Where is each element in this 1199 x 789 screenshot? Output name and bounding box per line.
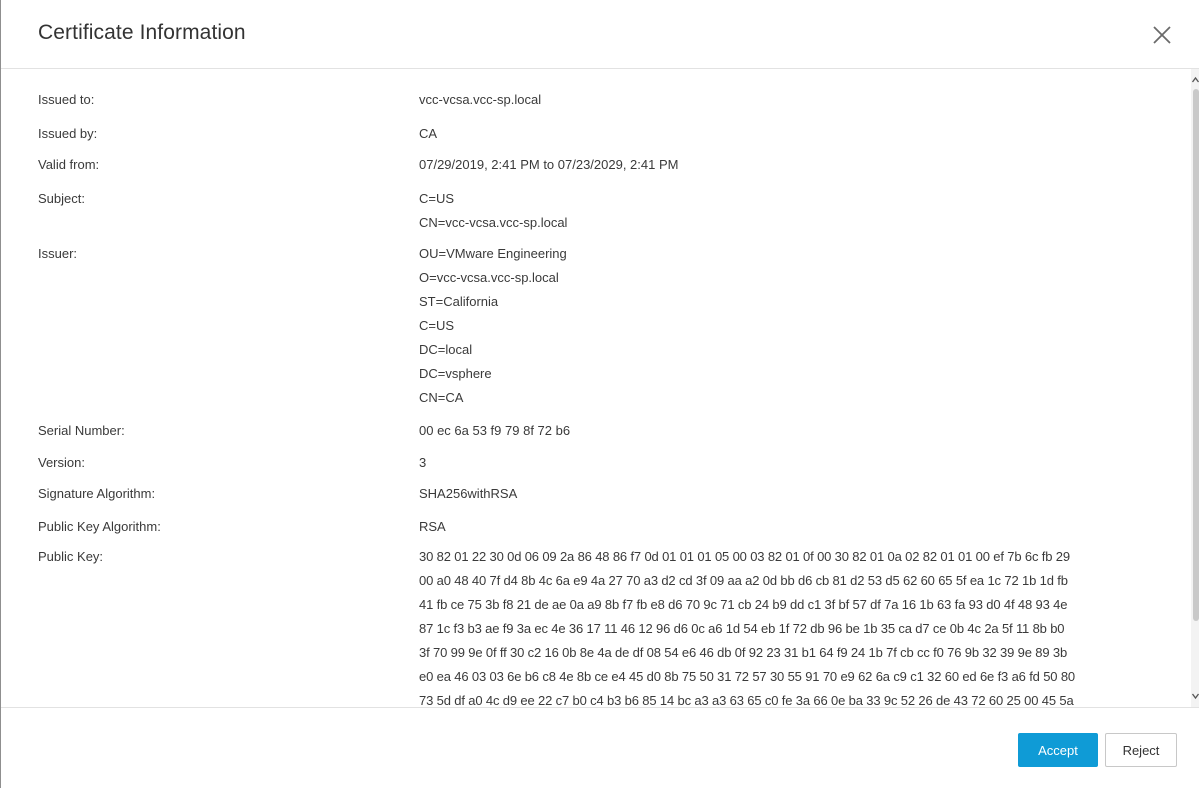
issuer-line: DC=vsphere [419, 366, 492, 381]
issuer-line: CN=CA [419, 390, 464, 405]
public-key-line: 87 1c f3 b3 ae f9 3a ec 4e 36 17 11 46 1… [419, 621, 1065, 636]
field-label: Public Key Algorithm: [38, 519, 161, 534]
field-label: Subject: [38, 191, 85, 206]
dialog-footer: Accept Reject [1, 707, 1199, 789]
field-value: 3 [419, 455, 427, 470]
public-key-line: e0 ea 46 03 03 6e b6 c8 4e 8b ce e4 45 d… [419, 669, 1076, 684]
public-key-value: 30 82 01 22 30 0d 06 09 2a 86 48 86 f7 0… [419, 545, 1164, 707]
field-label: Issued to: [38, 92, 95, 107]
subject-line: CN=vcc-vcsa.vcc-sp.local [419, 215, 568, 230]
issuer-line: OU=VMware Engineering [419, 246, 567, 261]
field-label: Public Key: [38, 549, 104, 564]
public-key-line: 30 82 01 22 30 0d 06 09 2a 86 48 86 f7 0… [419, 549, 1070, 564]
dialog-title: Certificate Information [38, 21, 246, 44]
field-label: Serial Number: [38, 423, 125, 438]
field-value: vcc-vcsa.vcc-sp.local [419, 92, 542, 107]
certificate-dialog: Certificate Information Issued to: vcc-v… [0, 0, 1199, 788]
issuer-line: ST=California [419, 294, 499, 309]
field-label: Version: [38, 455, 85, 470]
field-value-lines: OU=VMware Engineering O=vcc-vcsa.vcc-sp.… [419, 242, 1164, 410]
field-value: 00 ec 6a 53 f9 79 8f 72 b6 [419, 423, 571, 438]
field-label: Issuer: [38, 246, 78, 261]
dialog-header: Certificate Information [1, 0, 1199, 69]
subject-line: C=US [419, 191, 455, 206]
accept-button[interactable]: Accept [1018, 733, 1098, 767]
field-label: Signature Algorithm: [38, 486, 156, 501]
public-key-line: 41 fb ce 75 3b f8 21 de ae 0a a9 8b f7 f… [419, 597, 1068, 612]
field-value: SHA256withRSA [419, 486, 518, 501]
issuer-line: DC=local [419, 342, 473, 357]
field-value: RSA [419, 519, 446, 534]
close-icon[interactable] [1151, 24, 1173, 46]
issuer-line: C=US [419, 318, 455, 333]
public-key-line: 3f 70 99 9e 0f ff 30 c2 16 0b 8e 4a de d… [419, 645, 1068, 660]
field-value: CA [419, 126, 438, 141]
field-label: Issued by: [38, 126, 98, 141]
field-label: Valid from: [38, 157, 100, 172]
certificate-details[interactable]: Issued to: vcc-vcsa.vcc-sp.local Issued … [1, 69, 1199, 707]
field-value: 07/29/2019, 2:41 PM to 07/23/2029, 2:41 … [419, 157, 679, 172]
scroll-down-icon[interactable] [1191, 689, 1199, 701]
scrollbar-thumb[interactable] [1193, 89, 1199, 621]
reject-button[interactable]: Reject [1105, 733, 1177, 767]
public-key-line: 00 a0 48 40 7f d4 8b 4c 6a e9 4a 27 70 a… [419, 573, 1068, 588]
issuer-line: O=vcc-vcsa.vcc-sp.local [419, 270, 559, 285]
field-value-lines: C=US CN=vcc-vcsa.vcc-sp.local [419, 187, 1164, 235]
public-key-line: 73 5d df a0 4c d9 ee 22 c7 b0 c4 b3 b6 8… [419, 693, 1074, 707]
scroll-up-icon[interactable] [1191, 73, 1199, 85]
vertical-scrollbar[interactable] [1191, 69, 1199, 707]
